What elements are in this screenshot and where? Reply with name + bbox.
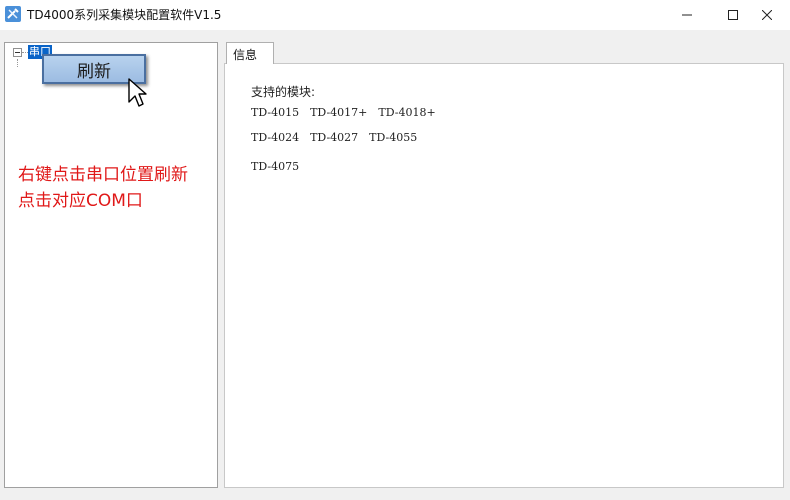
module-name: TD-4015 — [251, 106, 300, 119]
tree-collapse-icon[interactable] — [13, 48, 22, 57]
module-name: TD-4018+ — [378, 106, 436, 119]
close-icon — [762, 10, 772, 20]
module-name: TD-4075 — [251, 160, 300, 173]
minimize-button[interactable] — [664, 0, 710, 30]
module-row: TD-4015 TD-4017+ TD-4018+ — [251, 106, 436, 119]
module-name: TD-4017+ — [310, 106, 368, 119]
maximize-icon — [728, 10, 738, 20]
annotation-line-1: 右键点击串口位置刷新 — [18, 165, 188, 185]
title-bar[interactable]: TD4000系列采集模块配置软件V1.5 — [0, 0, 790, 30]
info-panel: 支持的模块: TD-4015 TD-4017+ TD-4018+ TD-4024… — [224, 63, 784, 488]
module-row: TD-4075 — [251, 160, 299, 173]
port-tree-panel[interactable]: 串口 — [4, 42, 218, 488]
close-button[interactable] — [744, 0, 790, 30]
window-title: TD4000系列采集模块配置软件V1.5 — [27, 8, 222, 22]
app-window: TD4000系列采集模块配置软件V1.5 串口 刷新 右键点击串口位置刷新 点击… — [0, 0, 790, 500]
minimize-icon — [682, 14, 692, 16]
module-name: TD-4027 — [310, 131, 359, 144]
module-name: TD-4055 — [369, 131, 418, 144]
mouse-cursor-icon — [128, 78, 147, 107]
module-name: TD-4024 — [251, 131, 300, 144]
annotation-line-2: 点击对应COM口 — [18, 191, 143, 211]
module-row: TD-4024 TD-4027 TD-4055 — [251, 131, 417, 144]
supported-modules-heading: 支持的模块: — [251, 85, 316, 99]
context-menu-item-label: 刷新 — [77, 61, 111, 82]
tab-info[interactable]: 信息 — [226, 42, 274, 64]
tree-connector-vertical — [17, 59, 18, 67]
tools-icon — [5, 6, 21, 22]
